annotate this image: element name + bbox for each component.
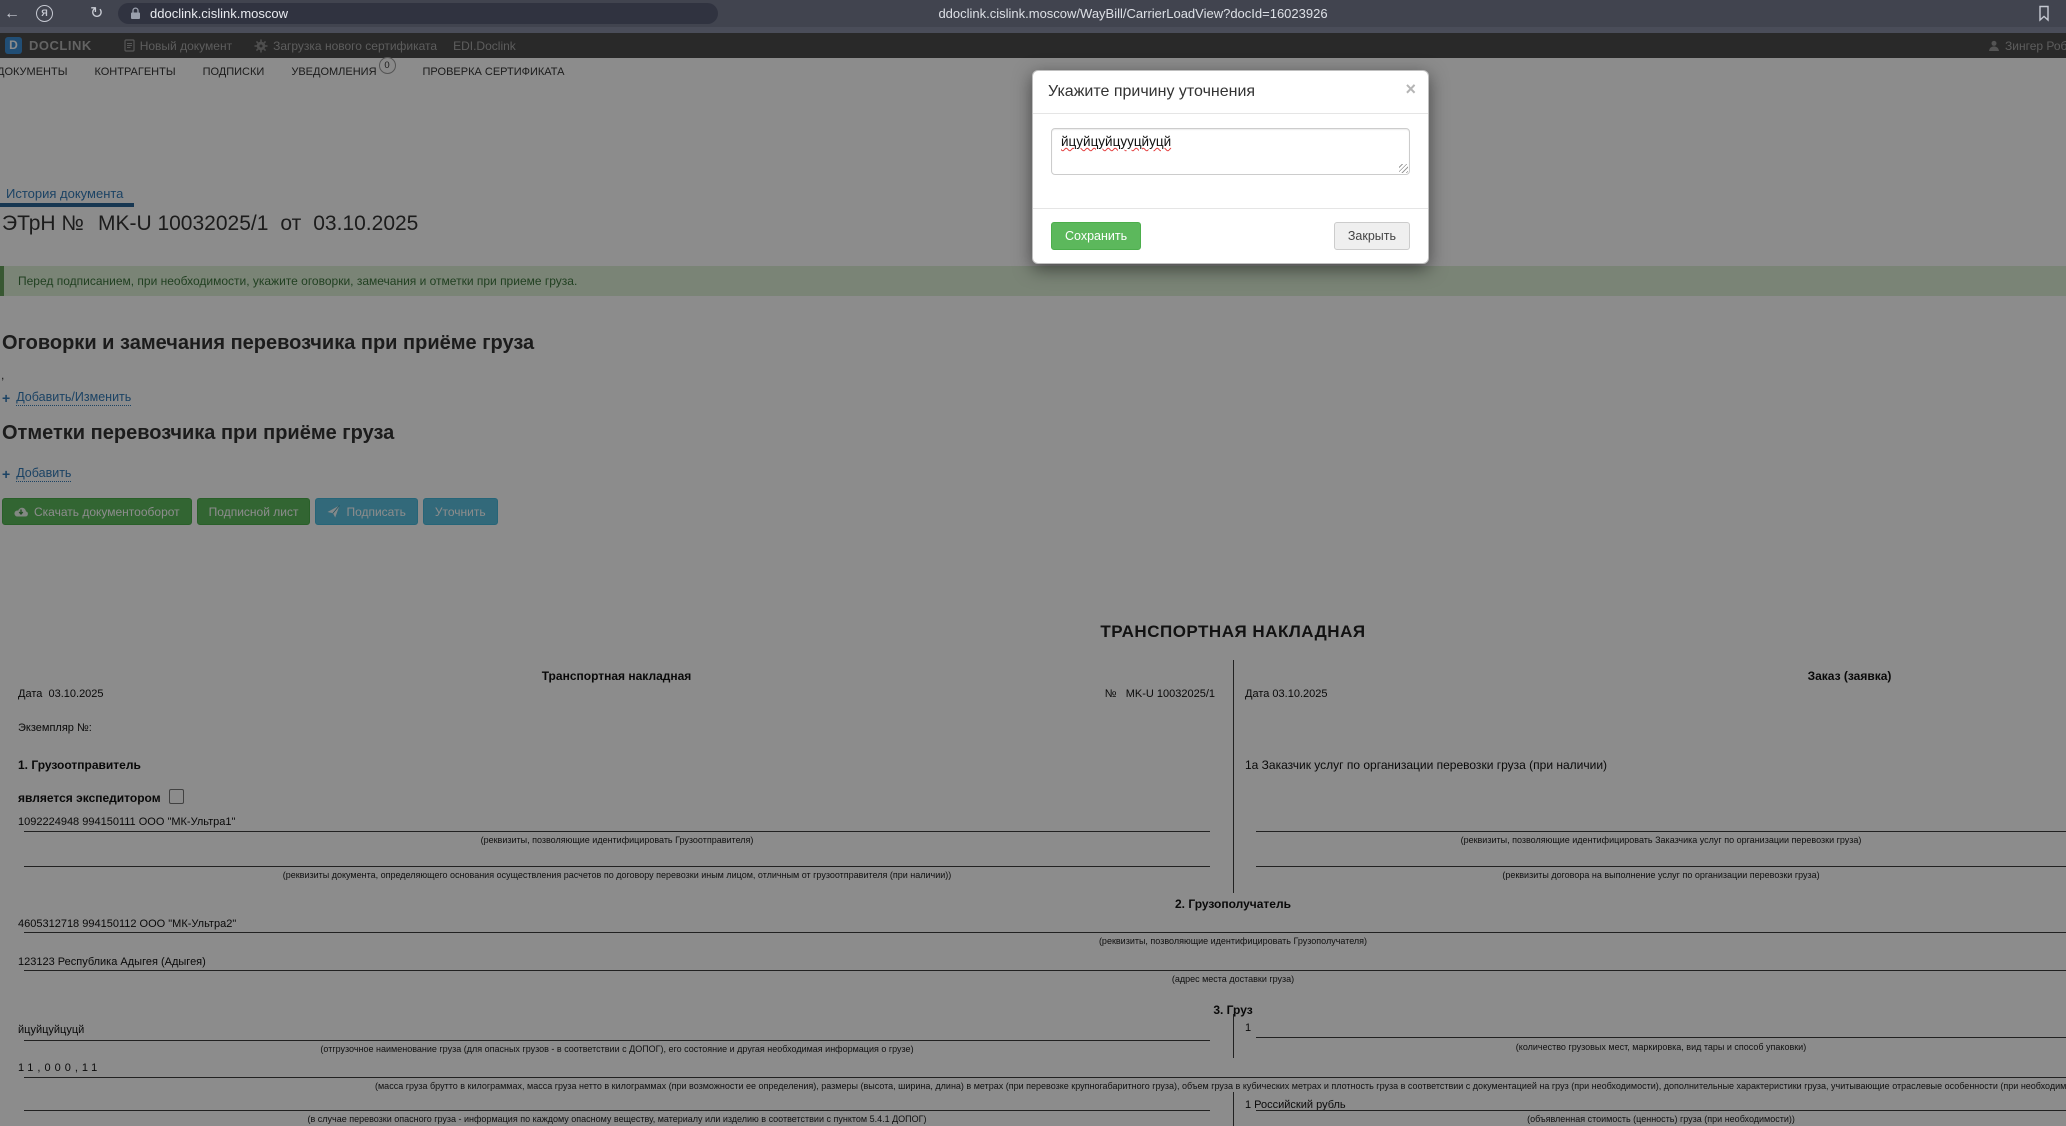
- close-button[interactable]: Закрыть: [1333, 222, 1410, 250]
- page-url-title: ddoclink.cislink.moscow/WayBill/CarrierL…: [938, 6, 1328, 21]
- reason-text: йцуйцуйцууцйуцй: [1061, 134, 1172, 149]
- refresh-icon[interactable]: ↻: [90, 0, 103, 27]
- modal-title: Укажите причину уточнения: [1048, 83, 1256, 100]
- lock-icon: [131, 7, 140, 19]
- browser-toolbar: ← Я ↻ ddoclink.cislink.moscow ddoclink.c…: [0, 0, 2066, 27]
- save-button[interactable]: Сохранить: [1051, 222, 1142, 250]
- close-icon[interactable]: ×: [1405, 80, 1416, 98]
- modal-body: йцуйцуйцууцйуцй: [1033, 114, 1428, 208]
- modal-footer: Сохранить Закрыть: [1033, 208, 1428, 263]
- chrome-bottom-strip: [0, 27, 2066, 33]
- back-icon[interactable]: ←: [4, 0, 20, 27]
- bookmark-icon[interactable]: [2038, 5, 2050, 22]
- clarify-reason-modal: Укажите причину уточнения × йцуйцуйцууцй…: [1032, 70, 1429, 264]
- resize-handle-icon[interactable]: [1399, 164, 1408, 173]
- modal-header: Укажите причину уточнения ×: [1033, 71, 1428, 114]
- reason-textarea[interactable]: йцуйцуйцууцйуцй: [1051, 128, 1410, 175]
- browser-logo-icon[interactable]: Я: [36, 5, 53, 22]
- app-root: ← Я ↻ ddoclink.cislink.moscow ddoclink.c…: [0, 0, 2066, 1126]
